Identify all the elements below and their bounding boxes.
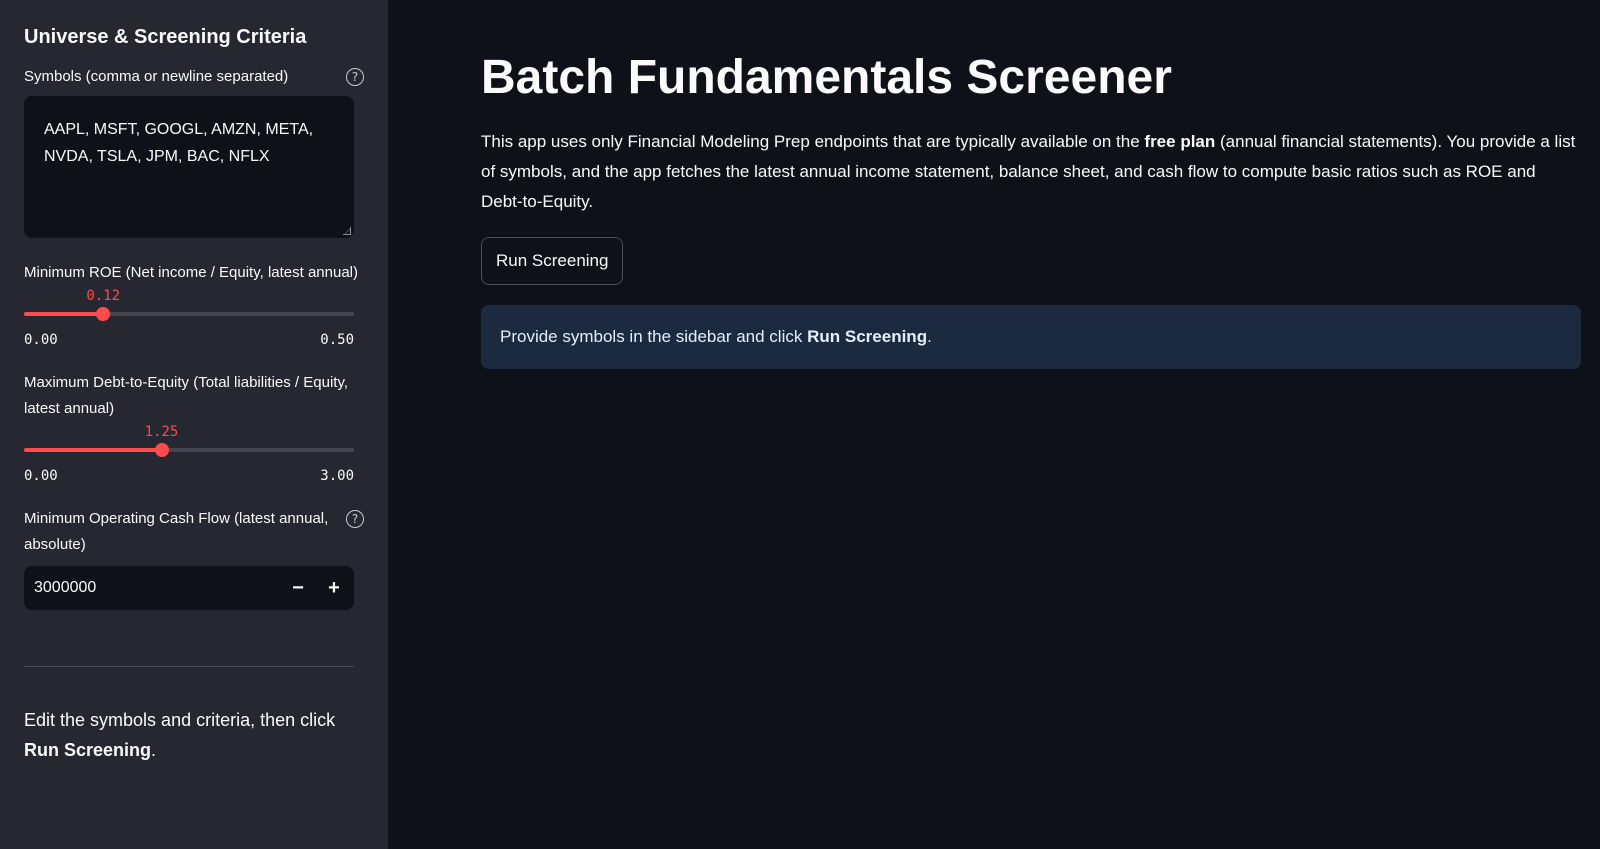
symbols-label-row: Symbols (comma or newline separated) ? [24, 64, 364, 90]
min-roe-slider[interactable]: 0.12 [24, 286, 354, 338]
sidebar-title: Universe & Screening Criteria [24, 26, 307, 48]
sidebar-note-text: Edit the symbols and criteria, then clic… [24, 710, 336, 730]
question-circle-icon[interactable]: ? [346, 68, 364, 86]
min-roe-value: 0.12 [86, 288, 121, 304]
info-text: Provide symbols in the sidebar and click… [500, 327, 932, 347]
info-prefix: Provide symbols in the sidebar and click [500, 327, 803, 346]
intro-text-1: This app uses only Financial Modeling Pr… [481, 132, 1140, 151]
max-de-label: Maximum Debt-to-Equity (Total liabilitie… [24, 374, 348, 417]
intro-bold: free plan [1144, 132, 1216, 151]
min-ocf-block: Minimum Operating Cash Flow (latest annu… [24, 506, 364, 610]
sidebar-note-suffix: . [151, 740, 157, 760]
min-roe-fill [24, 312, 104, 316]
question-circle-icon[interactable]: ? [346, 510, 364, 528]
run-screening-button[interactable]: Run Screening [481, 237, 624, 285]
increment-button[interactable]: + [316, 566, 352, 610]
sidebar-note: Edit the symbols and criteria, then clic… [24, 705, 364, 765]
decrement-button[interactable]: − [280, 566, 316, 610]
max-de-fill [24, 448, 162, 452]
min-roe-track[interactable] [24, 312, 354, 316]
sidebar-divider [24, 666, 354, 667]
resize-handle-icon[interactable] [343, 227, 351, 235]
min-ocf-label-row: Minimum Operating Cash Flow (latest annu… [24, 506, 364, 558]
symbols-value: AAPL, MSFT, GOOGL, AMZN, META, NVDA, TSL… [44, 121, 314, 165]
min-ocf-number-input[interactable]: 3000000 − + [24, 566, 354, 610]
main-content: Batch Fundamentals Screener This app use… [481, 0, 1600, 369]
max-de-track[interactable] [24, 448, 354, 452]
min-roe-slider-block: Minimum ROE (Net income / Equity, latest… [24, 260, 364, 348]
symbols-label: Symbols (comma or newline separated) [24, 68, 289, 85]
sidebar-note-bold: Run Screening [24, 740, 152, 760]
min-ocf-value[interactable]: 3000000 [34, 579, 96, 597]
info-alert: Provide symbols in the sidebar and click… [481, 305, 1581, 369]
min-roe-label: Minimum ROE (Net income / Equity, latest… [24, 264, 359, 281]
symbols-textarea[interactable]: AAPL, MSFT, GOOGL, AMZN, META, NVDA, TSL… [24, 96, 354, 238]
min-ocf-label: Minimum Operating Cash Flow (latest annu… [24, 510, 329, 553]
max-de-slider[interactable]: 1.25 [24, 422, 354, 474]
info-suffix: . [927, 327, 932, 346]
sidebar: Universe & Screening Criteria Symbols (c… [0, 0, 388, 849]
info-bold: Run Screening [807, 327, 928, 346]
max-de-value: 1.25 [144, 424, 179, 440]
page-title: Batch Fundamentals Screener [481, 51, 1172, 104]
max-de-slider-block: Maximum Debt-to-Equity (Total liabilitie… [24, 370, 364, 484]
max-de-thumb[interactable] [154, 443, 169, 457]
intro-paragraph: This app uses only Financial Modeling Pr… [481, 127, 1581, 217]
min-roe-thumb[interactable] [96, 307, 111, 321]
